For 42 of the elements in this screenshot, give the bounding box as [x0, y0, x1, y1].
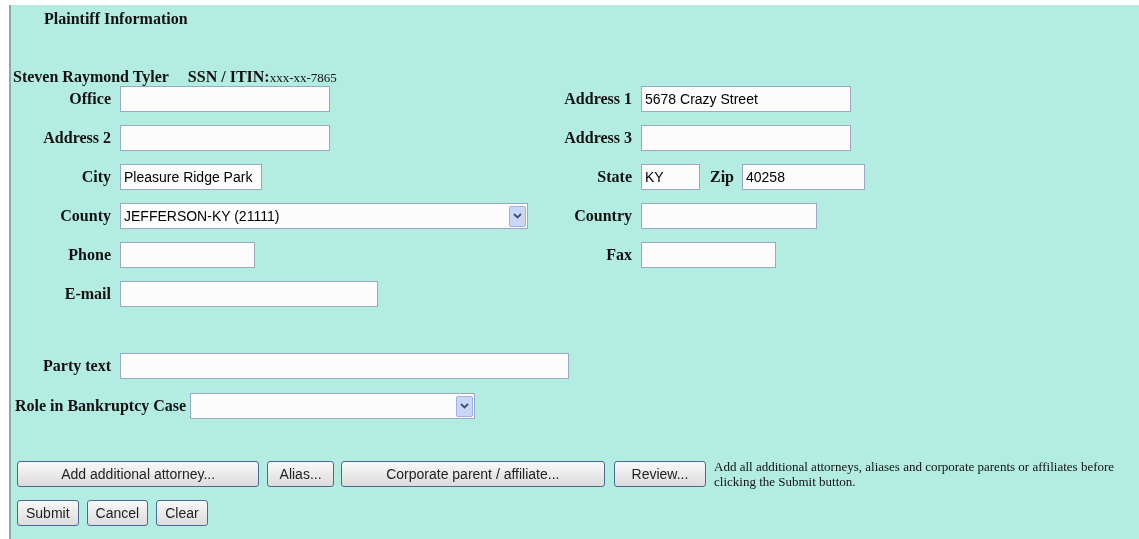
- text-field[interactable]: [641, 242, 776, 268]
- field-label: Zip: [710, 167, 734, 188]
- field-label: Office: [68, 89, 111, 109]
- ssn-label: SSN / ITIN:: [187, 67, 270, 87]
- form-button[interactable]: Review...: [613, 461, 706, 487]
- text-field[interactable]: Pleasure Ridge Park: [120, 164, 262, 190]
- dropdown[interactable]: JEFFERSON-KY (21111): [120, 203, 528, 229]
- field-label: City: [80, 167, 111, 188]
- field-label: Party text: [42, 356, 111, 377]
- field-label: Role in Bankruptcy Case: [15, 396, 187, 417]
- form-button[interactable]: Add additional attorney...: [17, 461, 260, 487]
- text-field[interactable]: [641, 203, 817, 229]
- text-field[interactable]: KY: [641, 164, 700, 190]
- field-label: Country: [573, 206, 632, 227]
- field-label: Fax: [605, 245, 632, 265]
- text-field[interactable]: 40258: [742, 164, 865, 190]
- form-button[interactable]: Alias...: [267, 461, 334, 487]
- instruction-text: Add all additional attorneys, aliases and corporate parents or affiliates before clicking the Submit button.: [714, 459, 1116, 489]
- ssn-value: xxx-xx-7865: [269, 69, 337, 87]
- chevron-down-icon[interactable]: [509, 205, 526, 227]
- form-button[interactable]: Clear: [156, 500, 208, 526]
- text-field[interactable]: [120, 125, 330, 151]
- dropdown-value: JEFFERSON-KY (21111): [124, 206, 280, 226]
- form-button[interactable]: Corporate parent / affiliate...: [340, 461, 605, 487]
- text-field[interactable]: [120, 353, 569, 379]
- text-field[interactable]: 5678 Crazy Street: [641, 86, 851, 112]
- field-label: State: [596, 167, 632, 187]
- text-field[interactable]: [120, 86, 330, 112]
- field-label: Address 1: [563, 89, 632, 109]
- text-field[interactable]: [641, 125, 851, 151]
- field-label: Address 3: [563, 128, 632, 148]
- party-name: Steven Raymond Tyler: [13, 67, 169, 88]
- form-button[interactable]: Cancel: [86, 500, 149, 526]
- section-title: Plaintiff Information: [43, 9, 189, 29]
- field-label: County: [59, 206, 111, 227]
- form-button[interactable]: Submit: [17, 500, 79, 526]
- field-label: Address 2: [42, 128, 111, 148]
- field-label: E-mail: [63, 284, 111, 304]
- text-field[interactable]: [120, 281, 378, 307]
- text-field[interactable]: [120, 242, 255, 268]
- chevron-down-icon[interactable]: [456, 395, 474, 417]
- field-label: Phone: [67, 245, 111, 265]
